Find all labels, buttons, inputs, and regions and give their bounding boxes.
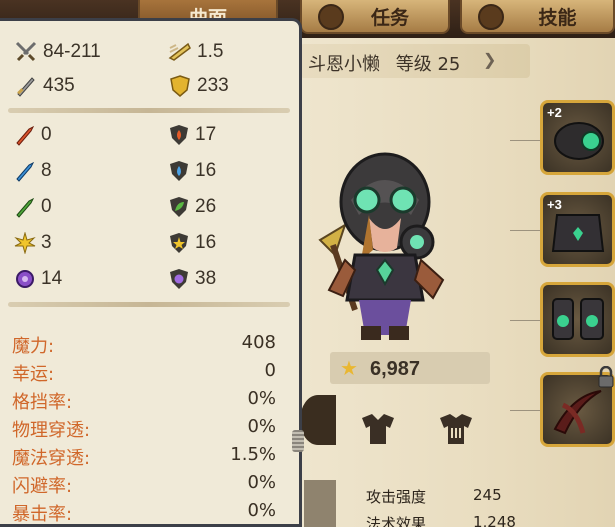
sword-icon — [17, 77, 35, 97]
section-divider — [8, 302, 290, 307]
light-attack-stat: 3 — [14, 232, 52, 254]
armor-value: 435 — [43, 75, 75, 96]
light-shield-icon — [170, 233, 188, 253]
nature-attack-stat: 0 — [14, 196, 52, 218]
attribute-row: 物理穿透: 0% — [12, 416, 276, 441]
attribute-value: 408 — [241, 332, 276, 353]
equip-upgrade-level: +2 — [547, 105, 562, 120]
equip-slot-chest[interactable]: +3 — [540, 192, 615, 267]
hero-character-portrait — [318, 152, 445, 340]
water-resist-stat: 16 — [168, 160, 216, 182]
light-resist-value: 16 — [195, 232, 217, 253]
water-shield-icon — [170, 161, 188, 181]
speed-blade-icon — [168, 42, 191, 61]
armor-set-icon[interactable] — [358, 412, 398, 446]
attribute-value: 0% — [247, 500, 276, 521]
attribute-row: 闪避率: 0% — [12, 472, 276, 497]
nature-sword-icon — [16, 197, 35, 218]
attribute-label: 闪避率: — [12, 476, 73, 497]
spell-effect-value: 1,248 — [473, 513, 516, 527]
fire-attack-value: 0 — [41, 124, 52, 145]
attack-stat: 84-211 — [14, 40, 101, 64]
light-burst-icon — [14, 232, 36, 254]
attribute-label: 魔力: — [12, 336, 55, 357]
attribute-label: 魔法穿透: — [12, 448, 91, 469]
block-stat: 233 — [168, 74, 229, 98]
stats-tab-strip — [304, 480, 336, 527]
arcane-resist-value: 38 — [195, 268, 217, 289]
tab-portrait[interactable] — [300, 395, 336, 445]
tab-skills-label: 技能 — [538, 6, 577, 29]
arcane-resist-stat: 38 — [168, 268, 216, 290]
equip-slot-helmet[interactable]: +2 — [540, 100, 615, 175]
character-level: 等级 25 — [395, 54, 461, 75]
tab-tasks[interactable]: 任务 — [300, 0, 450, 34]
equip-upgrade-level: +3 — [547, 197, 562, 212]
nature-attack-value: 0 — [41, 196, 52, 217]
water-attack-stat: 8 — [14, 160, 52, 182]
attribute-value: 0 — [264, 360, 276, 381]
star-icon: ★ — [340, 358, 358, 380]
attribute-value: 0% — [247, 472, 276, 493]
character-name-level: 斗恩小懒 等级 25 — [308, 50, 460, 76]
attribute-label: 暴击率: — [12, 504, 73, 525]
nature-resist-stat: 26 — [168, 196, 216, 218]
light-resist-stat: 16 — [168, 232, 216, 254]
attack-strength-label: 攻击强度 — [366, 488, 427, 506]
slot-connector — [510, 140, 540, 141]
attribute-row: 幸运: 0 — [12, 360, 276, 385]
boots-icon — [552, 298, 604, 340]
block-value: 233 — [197, 75, 229, 96]
fire-resist-value: 17 — [195, 124, 217, 145]
fire-shield-icon — [170, 125, 188, 145]
water-resist-value: 16 — [195, 160, 217, 181]
armor-stat: 435 — [14, 74, 75, 98]
gold-shield-icon — [170, 75, 190, 97]
arcane-attack-stat: 14 — [14, 268, 62, 290]
section-divider — [8, 108, 290, 113]
power-rating-value: 6,987 — [370, 358, 421, 380]
water-sword-icon — [16, 161, 35, 182]
slot-connector — [510, 320, 540, 321]
attribute-row: 暴击率: 0% — [12, 500, 276, 525]
arcane-gear-icon — [16, 270, 34, 288]
scroll-icon — [318, 4, 344, 30]
attribute-value: 0% — [247, 388, 276, 409]
fire-resist-stat: 17 — [168, 124, 216, 146]
attribute-value: 0% — [247, 416, 276, 437]
fire-sword-icon — [16, 125, 35, 146]
tab-tasks-label: 任务 — [370, 6, 409, 29]
attack-speed-stat: 1.5 — [168, 40, 223, 64]
attribute-label: 格挡率: — [12, 392, 73, 413]
lock-icon — [598, 366, 614, 388]
stats-detail-content: 84-211 1.5 435 233 0 17 8 16 0 26 3 16 1… — [0, 18, 300, 527]
attribute-row: 魔法穿透: 1.5% — [12, 444, 276, 469]
fire-attack-stat: 0 — [14, 124, 52, 146]
equip-slot-boots[interactable] — [540, 282, 615, 357]
panel-resize-handle[interactable] — [292, 430, 304, 452]
tab-skills[interactable]: 技能 — [460, 0, 615, 34]
spell-effect-label: 法术效果 — [366, 515, 427, 527]
arcane-shield-icon — [170, 269, 188, 289]
attribute-value: 1.5% — [230, 444, 276, 465]
slot-connector — [510, 230, 540, 231]
attack-speed-value: 1.5 — [197, 41, 224, 62]
light-attack-value: 3 — [41, 232, 52, 253]
water-attack-value: 8 — [41, 160, 52, 181]
arcane-attack-value: 14 — [41, 268, 63, 289]
attribute-row: 魔力: 408 — [12, 332, 276, 357]
character-name: 斗恩小懒 — [308, 54, 380, 75]
attribute-label: 物理穿透: — [12, 420, 91, 441]
attribute-row: 格挡率: 0% — [12, 388, 276, 413]
attack-strength-value: 245 — [473, 486, 502, 504]
gear-icon — [478, 4, 504, 30]
armor-alt-icon[interactable] — [436, 412, 476, 446]
attack-value: 84-211 — [43, 41, 101, 62]
nature-shield-icon — [170, 197, 188, 217]
attribute-label: 幸运: — [12, 364, 55, 385]
nature-resist-value: 26 — [195, 196, 217, 217]
chevron-right-icon[interactable]: ❯ — [483, 50, 496, 70]
slot-connector — [510, 410, 540, 411]
crossed-swords-icon — [15, 41, 37, 62]
